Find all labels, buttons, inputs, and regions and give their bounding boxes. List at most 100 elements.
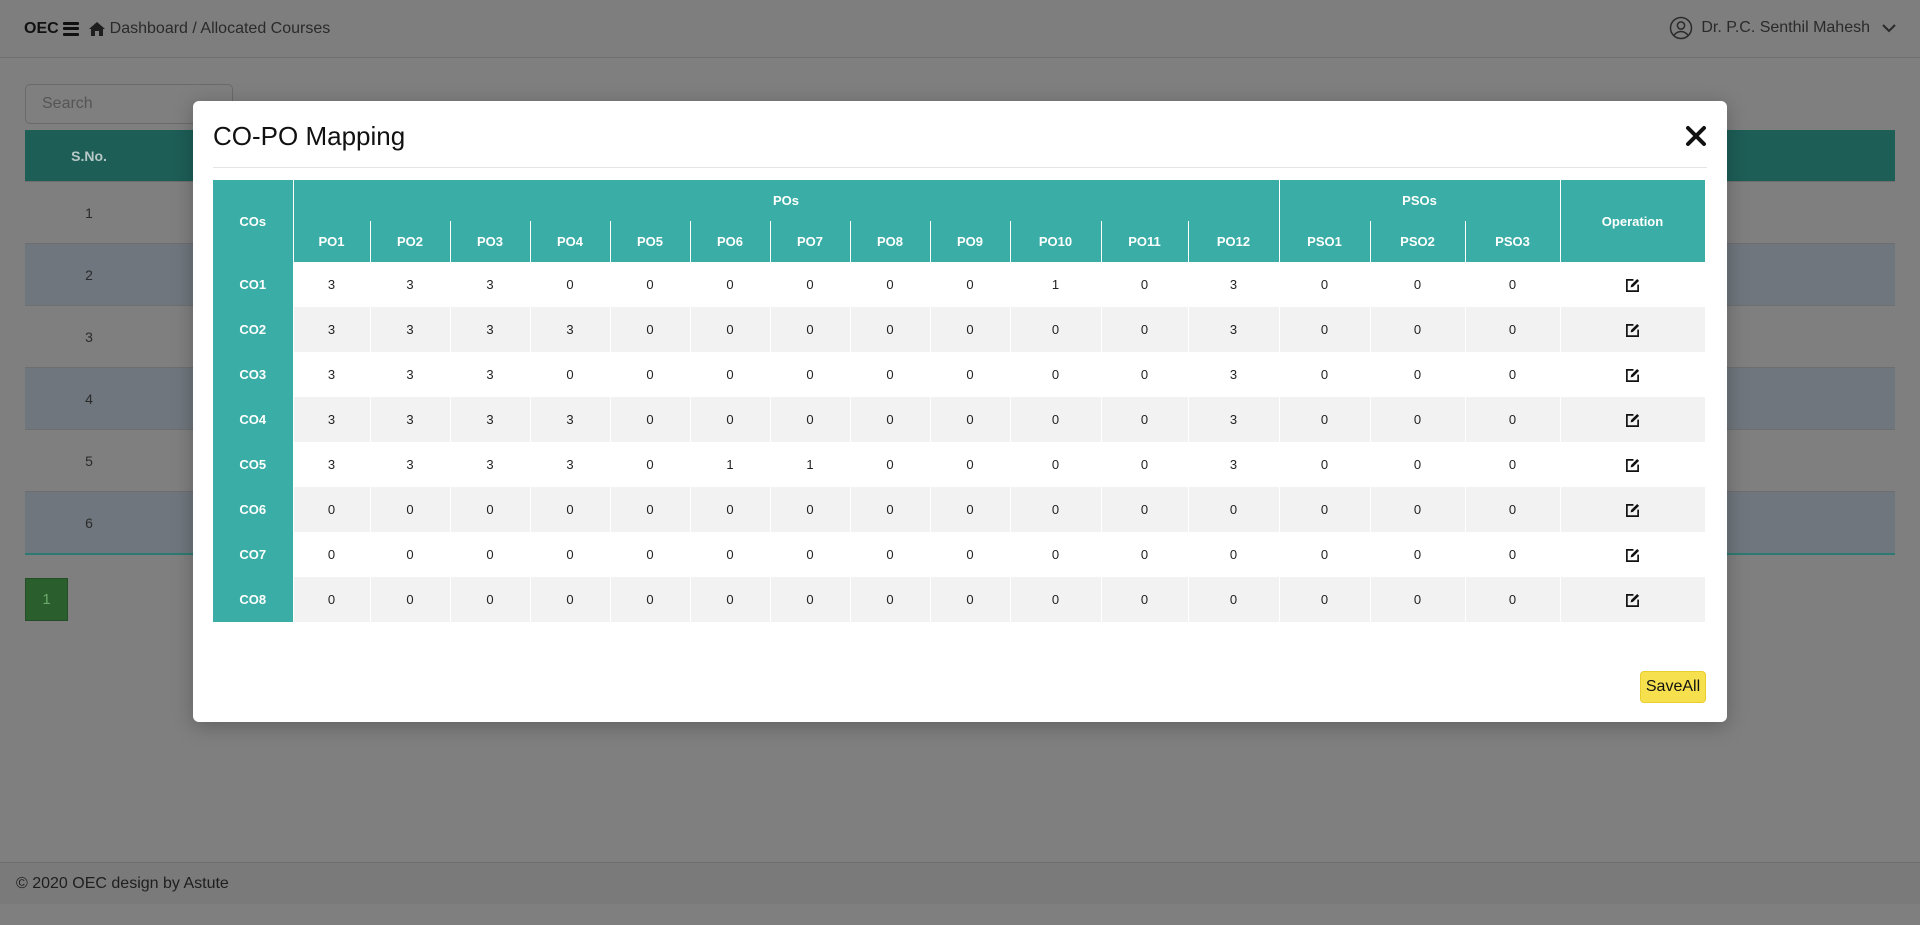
breadcrumb[interactable]: Dashboard / Allocated Courses <box>110 20 331 38</box>
co-label: CO3 <box>213 352 294 397</box>
mapping-value-cell: 0 <box>850 532 931 577</box>
co-po-mapping-modal: CO-PO Mapping COs POs PSOs Operation PO1… <box>193 101 1727 722</box>
mapping-value-cell: 0 <box>1465 577 1561 622</box>
co-label: CO8 <box>213 577 294 622</box>
chevron-down-icon <box>1882 24 1896 33</box>
mapping-value-cell: 0 <box>690 397 771 442</box>
mapping-value-cell: 0 <box>610 307 691 352</box>
mapping-value-cell: 0 <box>770 487 851 532</box>
mapping-value-cell: 0 <box>1279 352 1371 397</box>
column-header-po12: PO12 <box>1188 221 1280 262</box>
mapping-value-cell: 3 <box>530 307 611 352</box>
co-label: CO5 <box>213 442 294 487</box>
operation-cell <box>1560 352 1706 397</box>
close-icon[interactable] <box>1685 125 1707 147</box>
mapping-value-cell: 3 <box>530 442 611 487</box>
mapping-value-cell: 0 <box>850 487 931 532</box>
brand-logo[interactable]: OEC <box>24 20 59 38</box>
edit-icon[interactable] <box>1625 368 1640 383</box>
mapping-value-cell: 0 <box>1370 262 1466 307</box>
mapping-value-cell: 0 <box>770 307 851 352</box>
mapping-value-cell: 0 <box>1370 487 1466 532</box>
mapping-value-cell: 0 <box>1370 307 1466 352</box>
mapping-value-cell: 0 <box>1010 397 1102 442</box>
mapping-value-cell: 0 <box>450 487 531 532</box>
mapping-value-cell: 0 <box>1101 397 1189 442</box>
row-sno: 2 <box>85 266 93 283</box>
mapping-value-cell: 0 <box>1188 532 1280 577</box>
mapping-value-cell: 0 <box>1101 442 1189 487</box>
mapping-value-cell: 0 <box>1010 577 1102 622</box>
edit-icon[interactable] <box>1625 503 1640 518</box>
operation-header: Operation <box>1560 180 1706 262</box>
column-header-po3: PO3 <box>450 221 531 262</box>
operation-cell <box>1560 487 1706 532</box>
co-label: CO4 <box>213 397 294 442</box>
mapping-value-cell: 0 <box>1279 532 1371 577</box>
mapping-value-cell: 3 <box>293 262 371 307</box>
mapping-value-cell: 0 <box>850 307 931 352</box>
mapping-value-cell: 0 <box>1370 442 1466 487</box>
home-icon[interactable] <box>88 21 106 37</box>
mapping-value-cell: 3 <box>450 442 531 487</box>
table-row: CO7 0 0 0 0 0 0 0 0 0 0 0 0 0 0 0 <box>213 532 1706 577</box>
column-header-po7: PO7 <box>770 221 851 262</box>
user-name: Dr. P.C. Senthil Mahesh <box>1701 19 1870 36</box>
top-navbar: OEC Dashboard / Allocated Courses Dr. P.… <box>0 0 1920 58</box>
mapping-value-cell: 3 <box>1188 262 1280 307</box>
mapping-value-cell: 0 <box>530 577 611 622</box>
mapping-value-cell: 0 <box>1101 487 1189 532</box>
mapping-value-cell: 1 <box>1010 262 1102 307</box>
mapping-value-cell: 0 <box>610 532 691 577</box>
modal-header: CO-PO Mapping <box>213 101 1707 168</box>
row-sno: 6 <box>85 514 93 531</box>
table-row: CO5 3 3 3 3 0 1 1 0 0 0 0 3 0 0 0 <box>213 442 1706 487</box>
table-row: CO1 3 3 3 0 0 0 0 0 0 1 0 3 0 0 0 <box>213 262 1706 307</box>
edit-icon[interactable] <box>1625 278 1640 293</box>
mapping-value-cell: 0 <box>930 442 1011 487</box>
row-sno: 4 <box>85 390 93 407</box>
mapping-value-cell: 0 <box>293 532 371 577</box>
mapping-value-cell: 0 <box>690 532 771 577</box>
mapping-value-cell: 3 <box>1188 307 1280 352</box>
mapping-value-cell: 0 <box>850 352 931 397</box>
edit-icon[interactable] <box>1625 593 1640 608</box>
mapping-value-cell: 0 <box>1101 577 1189 622</box>
edit-icon[interactable] <box>1625 458 1640 473</box>
user-menu[interactable]: Dr. P.C. Senthil Mahesh <box>1669 16 1896 40</box>
edit-icon[interactable] <box>1625 413 1640 428</box>
row-sno: 1 <box>85 204 93 221</box>
save-all-button[interactable]: SaveAll <box>1640 671 1706 703</box>
pagination-page-1[interactable]: 1 <box>25 578 68 621</box>
mapping-value-cell: 0 <box>610 352 691 397</box>
mapping-value-cell: 0 <box>930 262 1011 307</box>
mapping-value-cell: 0 <box>850 397 931 442</box>
mapping-value-cell: 3 <box>450 352 531 397</box>
mapping-value-cell: 0 <box>1465 307 1561 352</box>
column-header-pso2: PSO2 <box>1370 221 1466 262</box>
mapping-value-cell: 0 <box>530 487 611 532</box>
mapping-value-cell: 0 <box>1465 397 1561 442</box>
mapping-value-cell: 3 <box>370 307 451 352</box>
menu-icon[interactable] <box>62 21 79 36</box>
mapping-value-cell: 3 <box>293 352 371 397</box>
mapping-value-cell: 0 <box>1010 487 1102 532</box>
mapping-value-cell: 0 <box>930 532 1011 577</box>
mapping-value-cell: 0 <box>610 487 691 532</box>
mapping-value-cell: 0 <box>1465 352 1561 397</box>
mapping-value-cell: 0 <box>1101 307 1189 352</box>
edit-icon[interactable] <box>1625 548 1640 563</box>
table-row: CO8 0 0 0 0 0 0 0 0 0 0 0 0 0 0 0 <box>213 577 1706 622</box>
edit-icon[interactable] <box>1625 323 1640 338</box>
mapping-value-cell: 0 <box>1188 577 1280 622</box>
mapping-value-cell: 0 <box>1010 307 1102 352</box>
column-header-po10: PO10 <box>1010 221 1102 262</box>
co-po-table: COs POs PSOs Operation PO1 PO2 PO3 PO4 PO5 PO… <box>213 180 1706 622</box>
mapping-value-cell: 0 <box>530 352 611 397</box>
mapping-value-cell: 0 <box>1370 532 1466 577</box>
mapping-value-cell: 0 <box>610 442 691 487</box>
co-label: CO1 <box>213 262 294 307</box>
mapping-value-cell: 0 <box>930 307 1011 352</box>
mapping-value-cell: 0 <box>370 577 451 622</box>
co-label: CO7 <box>213 532 294 577</box>
